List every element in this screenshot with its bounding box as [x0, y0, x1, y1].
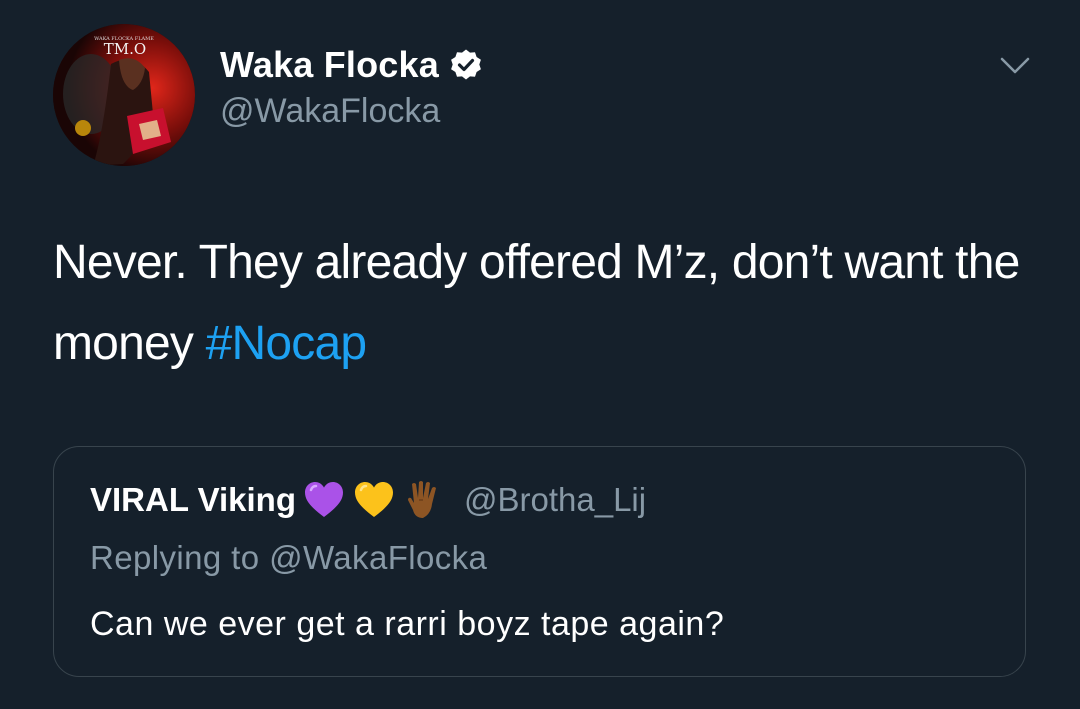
- quoted-author-name: VIRAL Viking: [90, 481, 296, 518]
- quoted-tweet-text: Can we ever get a rarri boyz tape again?: [90, 605, 725, 643]
- author-name[interactable]: Waka Flocka: [220, 44, 439, 86]
- author-avatar[interactable]: WAKA FLOCKA FLAME TM.O: [53, 24, 195, 166]
- avatar-image: WAKA FLOCKA FLAME TM.O: [53, 24, 195, 166]
- author-handle[interactable]: @WakaFlocka: [220, 92, 440, 131]
- yellow-heart-icon: [352, 478, 396, 522]
- chevron-down-icon[interactable]: [996, 50, 1034, 80]
- tweet-card: WAKA FLOCKA FLAME TM.O Waka Flocka @Waka…: [0, 0, 1080, 709]
- vulcan-salute-icon: [402, 478, 446, 522]
- verified-badge-icon: [449, 48, 483, 82]
- purple-heart-icon: [302, 478, 346, 522]
- quoted-tweet[interactable]: VIRAL Viking @Brotha_Lij Replying to @Wa…: [53, 446, 1026, 677]
- avatar-label: TM.O: [104, 40, 146, 58]
- hashtag-link[interactable]: #Nocap: [206, 317, 367, 370]
- replying-to-text: Replying to @WakaFlocka: [90, 539, 488, 576]
- tweet-text-body: Never. They already offered M’z, don’t w…: [53, 236, 1020, 370]
- author-name-row: Waka Flocka: [220, 42, 483, 88]
- tweet-text: Never. They already offered M’z, don’t w…: [53, 222, 1033, 384]
- quoted-author-handle: @Brotha_Lij: [464, 481, 647, 518]
- quoted-header: VIRAL Viking @Brotha_Lij: [90, 475, 646, 525]
